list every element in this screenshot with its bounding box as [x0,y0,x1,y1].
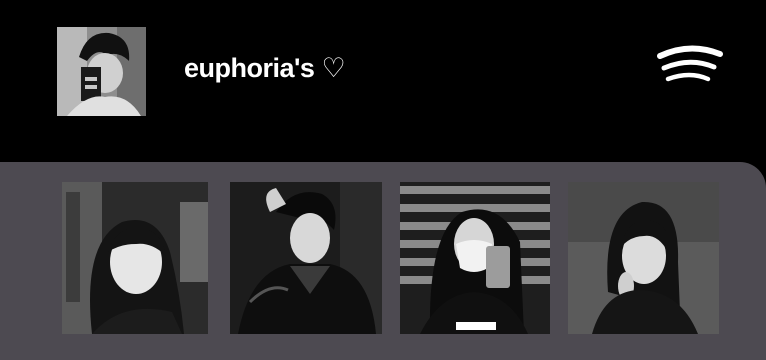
photo-panel [0,162,766,360]
playlist-title: euphoria's ♡ [184,53,346,83]
photo-4[interactable] [568,182,719,334]
photo-2[interactable] [230,182,382,334]
photo-1[interactable] [62,182,208,334]
playlist-cover-image[interactable] [57,27,146,116]
photo-3[interactable] [400,182,550,334]
cover-art [57,27,146,116]
spotify-icon[interactable] [654,40,726,92]
playlist-header: euphoria's ♡ [0,0,766,162]
playlist-widget: euphoria's ♡ [0,0,766,360]
